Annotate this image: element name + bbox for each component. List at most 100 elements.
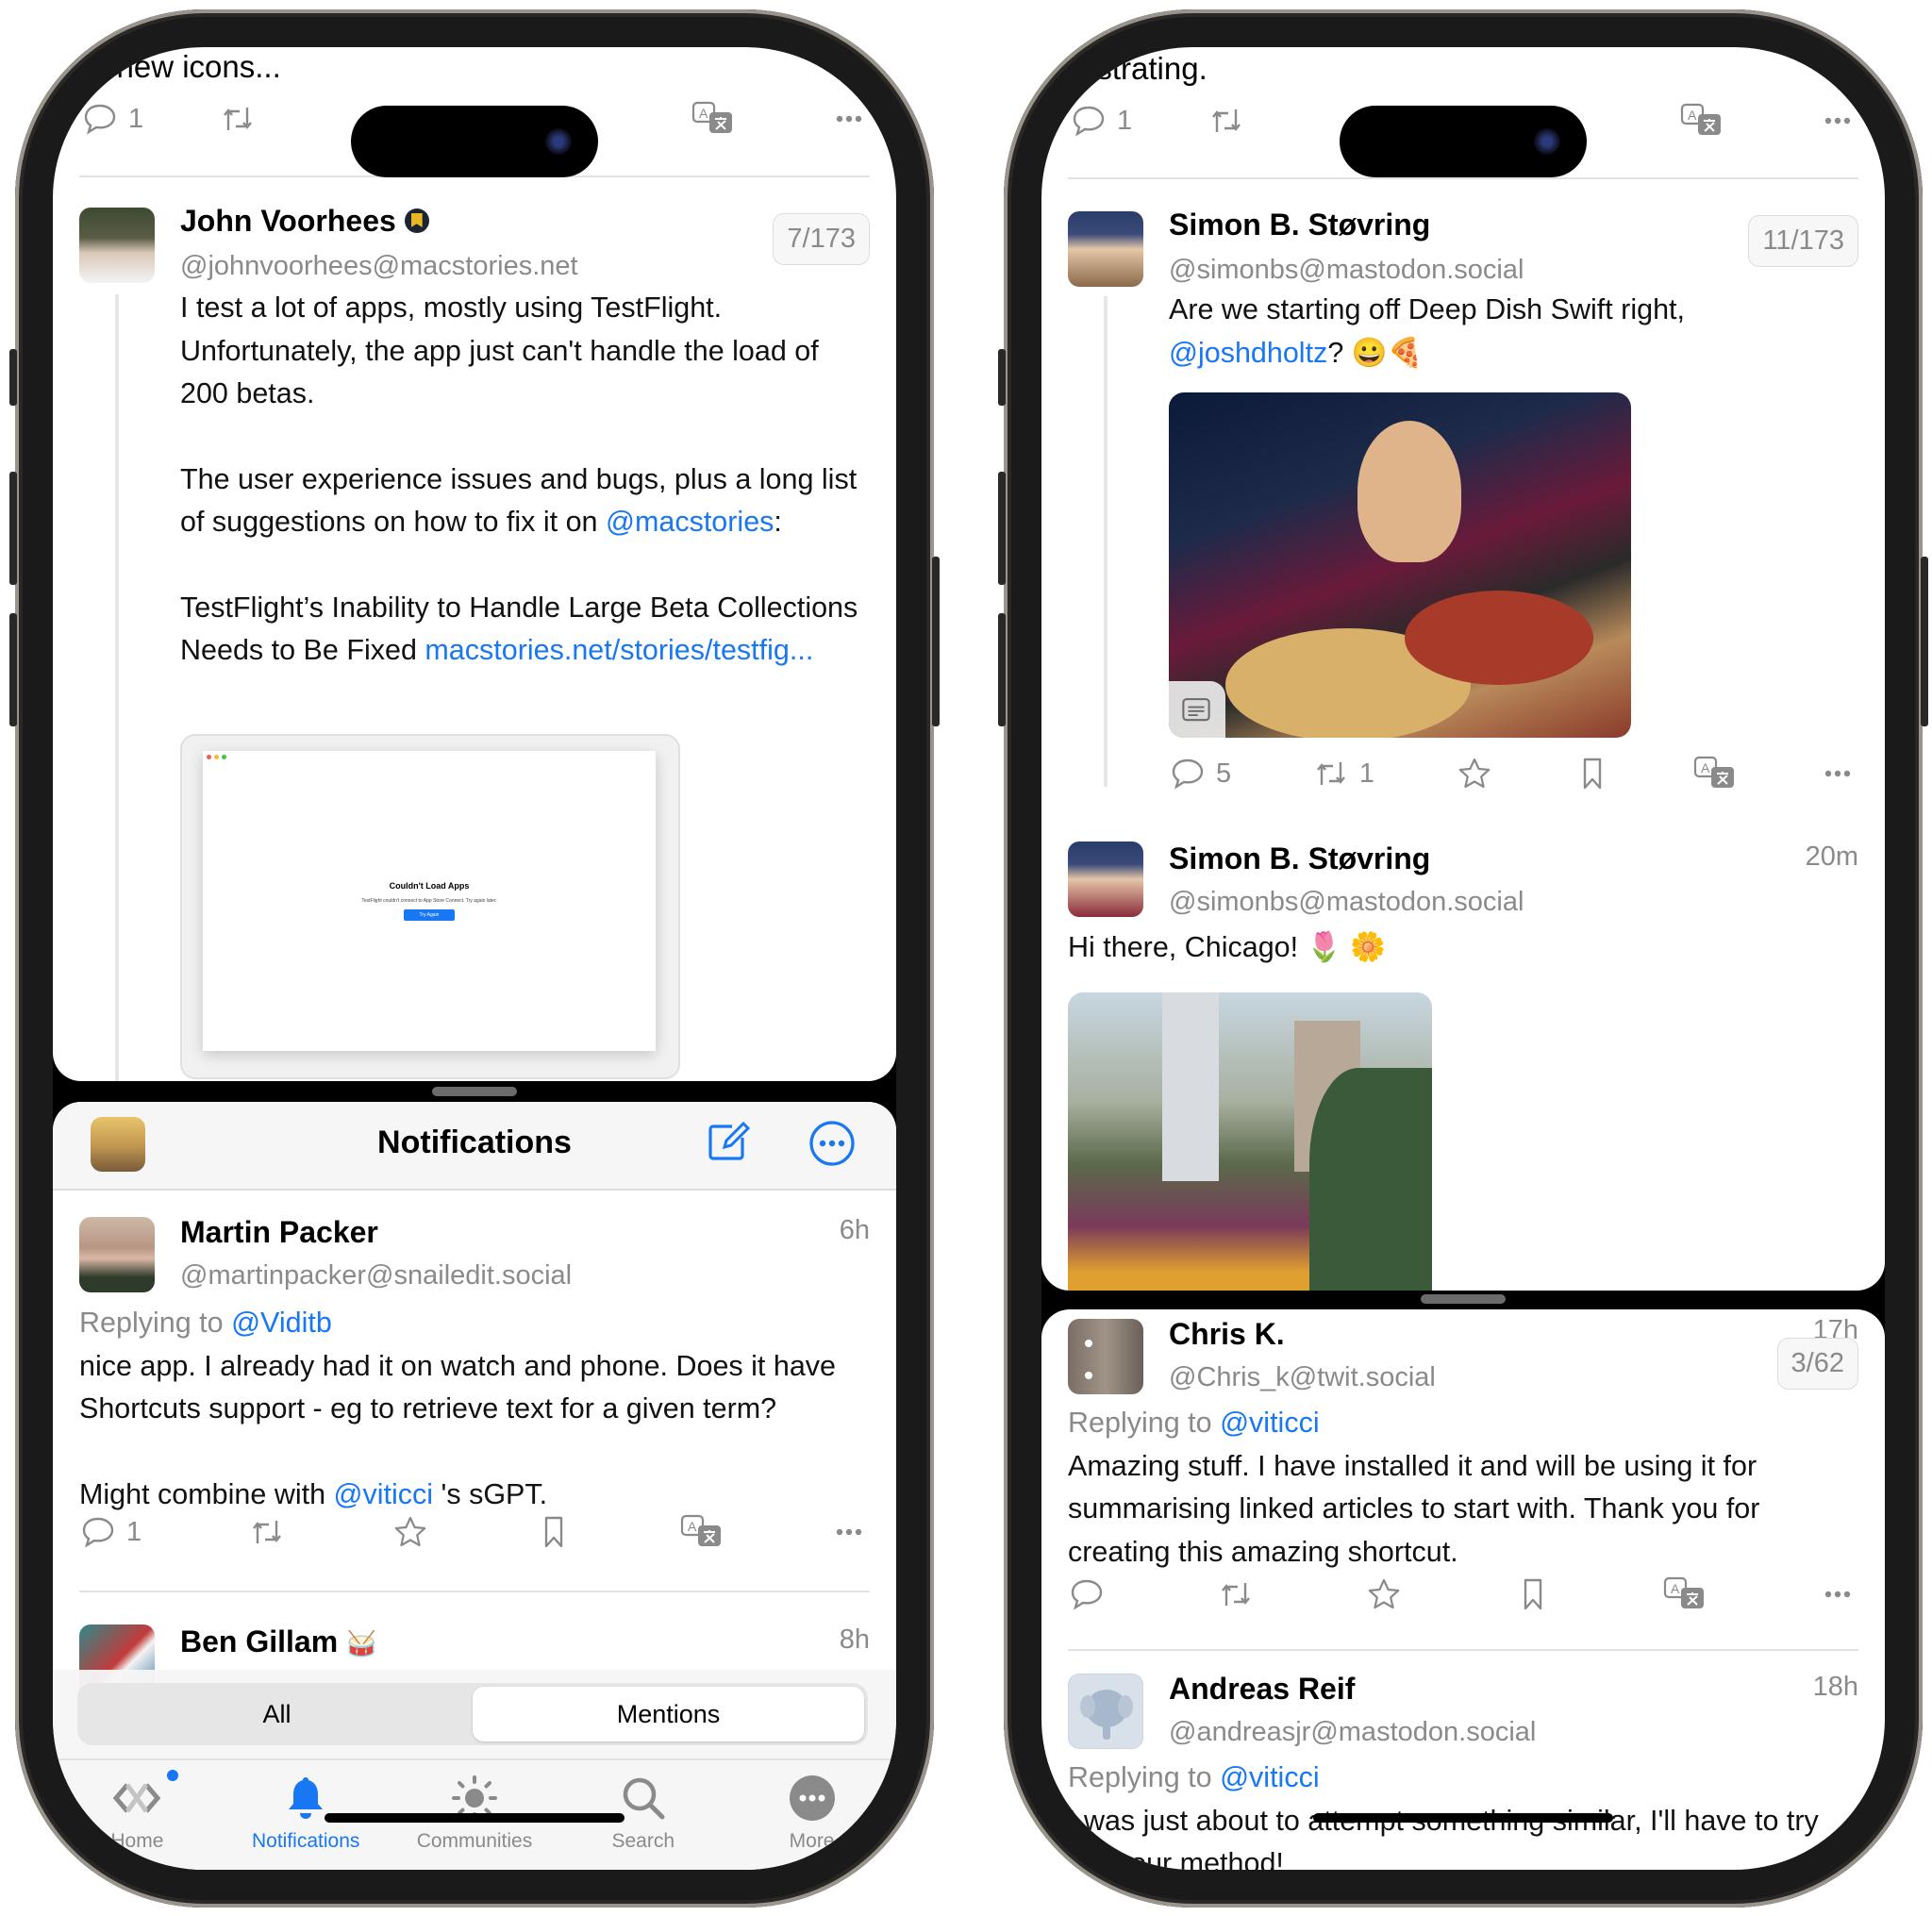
image-attachment[interactable]: Couldn't Load Apps TestFlight couldn't c… bbox=[180, 734, 680, 1079]
post-body: Hi there, Chicago! 🌷 🌼 bbox=[1068, 931, 1387, 963]
author-name[interactable]: Ben Gillam 🥁 bbox=[180, 1624, 376, 1659]
author-name[interactable]: Andreas Reif bbox=[1169, 1672, 1355, 1707]
volume-down-button bbox=[998, 613, 1006, 726]
avatar[interactable] bbox=[79, 208, 155, 283]
tab-more[interactable]: More bbox=[737, 1760, 888, 1870]
thread-pane[interactable]: ustrating. 1 Simon B. Støvring @simonbs@… bbox=[1041, 47, 1885, 1291]
side-button bbox=[932, 557, 940, 726]
more-icon bbox=[1819, 102, 1857, 140]
more-button[interactable] bbox=[830, 1513, 868, 1551]
volume-up-button bbox=[998, 472, 1006, 585]
author-name[interactable]: Martin Packer bbox=[180, 1215, 378, 1250]
window-controls bbox=[207, 755, 226, 759]
post-body: Replying to @Viditb nice app. I already … bbox=[79, 1307, 837, 1510]
previous-post-text: a new icons... bbox=[91, 49, 281, 84]
thread-line bbox=[115, 294, 119, 1081]
author-name[interactable]: Simon B. Støvring bbox=[1169, 841, 1430, 876]
mention-link[interactable]: @macstories bbox=[606, 506, 774, 538]
avatar[interactable] bbox=[1068, 211, 1143, 287]
timestamp: 20m bbox=[1805, 841, 1858, 872]
avatar[interactable] bbox=[1068, 1319, 1143, 1394]
author-handle[interactable]: @simonbs@mastodon.social bbox=[1169, 255, 1524, 286]
translate-button[interactable] bbox=[1679, 102, 1724, 140]
navigation-bar: Notifications bbox=[53, 1102, 896, 1191]
avatar[interactable] bbox=[1068, 1674, 1143, 1749]
building bbox=[1162, 992, 1219, 1181]
timeline-pane[interactable]: a new icons... 1 John Voorhees @johnvoor… bbox=[53, 47, 896, 1081]
timestamp: 6h bbox=[839, 1215, 870, 1245]
translate-icon bbox=[1692, 755, 1738, 792]
reply-button[interactable]: 5 bbox=[1169, 755, 1231, 792]
translate-icon bbox=[1679, 102, 1724, 140]
bookmark-button[interactable] bbox=[535, 1513, 573, 1551]
split-grabber[interactable] bbox=[432, 1087, 517, 1096]
mentions-pane: Chris K. @Chris_k@twit.social 17h 3/62 R… bbox=[1041, 1309, 1885, 1870]
post-body: I test a lot of apps, mostly using TestF… bbox=[180, 292, 858, 666]
more-options-icon[interactable] bbox=[808, 1119, 857, 1168]
home-indicator[interactable] bbox=[325, 1813, 625, 1823]
more-icon bbox=[789, 1775, 835, 1821]
translate-button[interactable] bbox=[1692, 755, 1738, 792]
author-handle[interactable]: @Chris_k@twit.social bbox=[1169, 1362, 1436, 1393]
compose-icon[interactable] bbox=[704, 1119, 751, 1166]
author-handle[interactable]: @simonbs@mastodon.social bbox=[1169, 887, 1524, 918]
reply-button[interactable] bbox=[1068, 1575, 1106, 1613]
bookmark-button[interactable] bbox=[1514, 1575, 1552, 1613]
boost-icon bbox=[219, 100, 257, 138]
home-indicator[interactable] bbox=[1313, 1813, 1613, 1823]
author-handle[interactable]: @andreasjr@mastodon.social bbox=[1169, 1717, 1536, 1748]
reply-mention-link[interactable]: @viticci bbox=[1220, 1761, 1320, 1793]
reply-button[interactable]: 1 bbox=[1070, 102, 1132, 140]
reply-mention-link[interactable]: @Viditb bbox=[231, 1307, 332, 1339]
boost-button[interactable] bbox=[219, 100, 257, 138]
author-handle[interactable]: @johnvoorhees@macstories.net bbox=[180, 251, 578, 282]
tab-home[interactable]: Home bbox=[61, 1760, 212, 1870]
more-button[interactable] bbox=[1819, 102, 1857, 140]
favorite-button[interactable] bbox=[1365, 1575, 1403, 1613]
right-screen: ustrating. 1 Simon B. Støvring @simonbs@… bbox=[1041, 47, 1885, 1870]
translate-button[interactable] bbox=[1662, 1575, 1707, 1613]
translate-button[interactable] bbox=[691, 100, 736, 138]
photo-attachment[interactable] bbox=[1169, 392, 1631, 738]
author-name[interactable]: Chris K. bbox=[1169, 1317, 1285, 1352]
mention-link[interactable]: @viticci bbox=[334, 1478, 434, 1510]
segment-mentions[interactable]: Mentions bbox=[473, 1687, 864, 1741]
left-screen: a new icons... 1 John Voorhees @johnvoor… bbox=[53, 47, 896, 1870]
author-handle[interactable]: @martinpacker@snailedit.social bbox=[180, 1260, 572, 1291]
photo-attachment[interactable] bbox=[1068, 992, 1432, 1291]
mention-link[interactable]: @joshdholtz bbox=[1169, 337, 1327, 369]
boost-icon bbox=[1312, 755, 1350, 792]
star-icon bbox=[1456, 755, 1493, 792]
bookmark-button[interactable] bbox=[1574, 755, 1611, 792]
reply-button[interactable]: 1 bbox=[81, 100, 143, 138]
more-button[interactable] bbox=[830, 100, 868, 138]
dynamic-island bbox=[1340, 106, 1587, 177]
star-icon bbox=[1365, 1575, 1403, 1613]
segment-all[interactable]: All bbox=[81, 1687, 473, 1741]
author-name[interactable]: John Voorhees bbox=[180, 204, 429, 239]
translate-button[interactable] bbox=[679, 1513, 724, 1551]
boost-button[interactable] bbox=[248, 1513, 286, 1551]
home-icon bbox=[113, 1783, 161, 1813]
alt-text-button[interactable] bbox=[1169, 681, 1225, 738]
reply-icon bbox=[81, 100, 119, 138]
boost-button[interactable] bbox=[1217, 1575, 1255, 1613]
boost-button[interactable] bbox=[1208, 102, 1245, 140]
favorite-button[interactable] bbox=[391, 1513, 429, 1551]
more-button[interactable] bbox=[1819, 755, 1857, 792]
side-button bbox=[1921, 557, 1928, 726]
more-button[interactable] bbox=[1819, 1575, 1857, 1613]
notifications-pane: Notifications Martin Packer @martinpacke… bbox=[53, 1102, 896, 1870]
post-body: Are we starting off Deep Dish Swift righ… bbox=[1169, 293, 1685, 369]
avatar[interactable] bbox=[79, 1217, 155, 1292]
author-name[interactable]: Simon B. Støvring bbox=[1169, 208, 1430, 242]
reply-button[interactable]: 1 bbox=[79, 1513, 142, 1551]
reply-mention-link[interactable]: @viticci bbox=[1220, 1407, 1320, 1439]
star-icon bbox=[391, 1513, 429, 1551]
boost-button[interactable]: 1 bbox=[1312, 755, 1374, 792]
article-link[interactable]: macstories.net/stories/testfig... bbox=[425, 634, 813, 666]
error-message: TestFlight couldn't connect to App Store… bbox=[361, 898, 497, 904]
split-grabber[interactable] bbox=[1421, 1294, 1506, 1304]
avatar[interactable] bbox=[1068, 841, 1143, 917]
favorite-button[interactable] bbox=[1456, 755, 1493, 792]
